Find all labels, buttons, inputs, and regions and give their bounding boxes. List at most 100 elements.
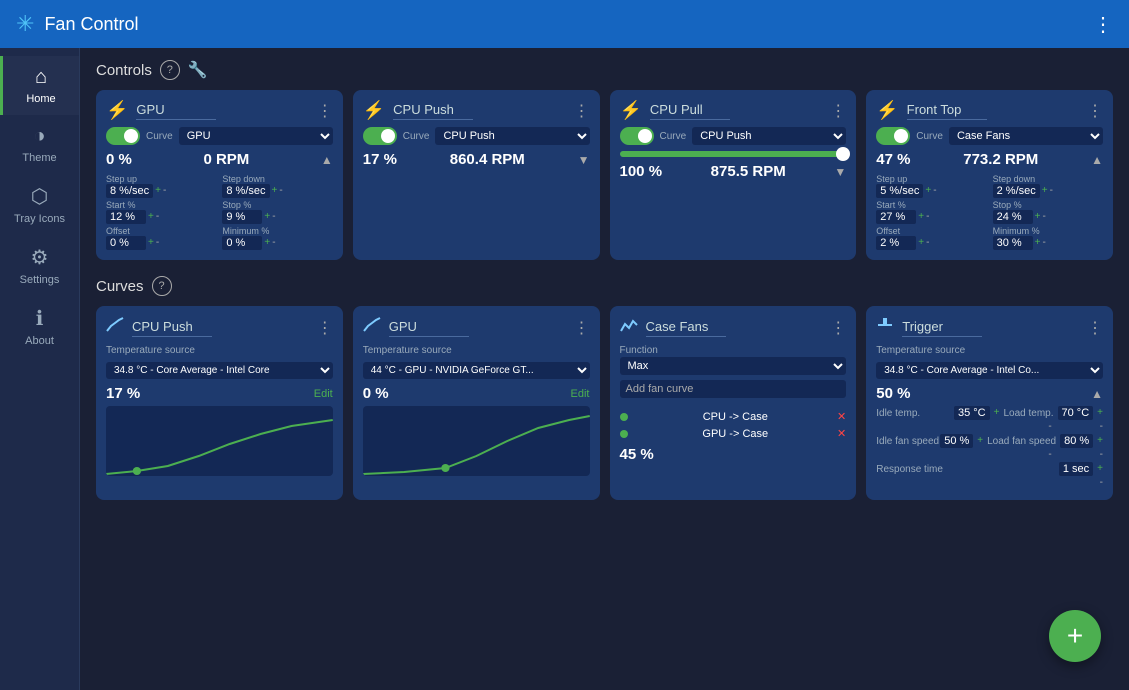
trigger-curve-chart-icon: [876, 316, 894, 339]
trigger-temp-select[interactable]: 34.8 °C - Core Average - Intel Co...: [876, 362, 1103, 379]
gpu-curve-select[interactable]: GPU: [179, 127, 333, 145]
cpu-pull-curve-select[interactable]: CPU Push: [692, 127, 846, 145]
trigger-load-speed-minus[interactable]: -: [1100, 450, 1103, 460]
case-fans-func-select[interactable]: Max: [620, 357, 847, 375]
param-plus[interactable]: +: [272, 186, 278, 196]
param-value: 30 %: [993, 236, 1033, 250]
fan-curve-name: GPU -> Case: [702, 428, 768, 440]
cpu-pull-slider-track[interactable]: [620, 151, 847, 157]
case-fans-curve-menu[interactable]: ⋮: [830, 318, 846, 338]
controls-help-icon[interactable]: ?: [160, 60, 180, 80]
sidebar-item-tray-icons[interactable]: ⬡ Tray Icons: [0, 174, 79, 235]
param-plus[interactable]: +: [264, 238, 270, 248]
cpu-pull-card-menu[interactable]: ⋮: [830, 101, 846, 121]
add-fab-button[interactable]: +: [1049, 610, 1101, 662]
param-minus[interactable]: -: [1042, 212, 1045, 222]
cpu-pull-toggle[interactable]: [620, 127, 654, 145]
cpu-push-curve-select[interactable]: CPU Push: [435, 127, 589, 145]
param-value: 27 %: [876, 210, 916, 224]
trigger-response-plus[interactable]: +: [1097, 464, 1103, 474]
sidebar-item-home[interactable]: ⌂ Home: [0, 56, 79, 115]
param-minus[interactable]: -: [156, 212, 159, 222]
gpu-curve-menu[interactable]: ⋮: [574, 318, 590, 338]
gpu-stats-row: 0 % 0 RPM ▲: [106, 151, 333, 168]
front-top-toggle[interactable]: [876, 127, 910, 145]
param-minus[interactable]: -: [1050, 186, 1053, 196]
trigger-arrow: ▲: [1091, 387, 1103, 401]
func-label: Function: [620, 345, 847, 356]
param-minus[interactable]: -: [272, 238, 275, 248]
trigger-load-speed-plus[interactable]: +: [1097, 436, 1103, 446]
controls-wrench-icon[interactable]: 🔧: [188, 60, 208, 80]
cpu-push-temp-select[interactable]: 34.8 °C - Core Average - Intel Core: [106, 362, 333, 379]
param-row: Offset 0 %+-: [106, 226, 216, 250]
trigger-response-minus[interactable]: -: [1100, 478, 1103, 488]
param-plus[interactable]: +: [155, 186, 161, 196]
front-top-card-menu[interactable]: ⋮: [1087, 101, 1103, 121]
fan-curve-remove[interactable]: ✕: [837, 427, 846, 440]
param-minus[interactable]: -: [1042, 238, 1045, 248]
gpu-edit-button[interactable]: Edit: [571, 388, 590, 400]
param-minus[interactable]: -: [279, 186, 282, 196]
trigger-load-temp-plus[interactable]: +: [1097, 408, 1103, 418]
cpu-push-arrow: ▼: [578, 153, 590, 167]
param-plus[interactable]: +: [925, 186, 931, 196]
param-plus[interactable]: +: [148, 238, 154, 248]
trigger-load-temp-minus[interactable]: -: [1100, 422, 1103, 432]
trigger-idle-temp-plus[interactable]: +: [994, 408, 1000, 418]
curves-cards-grid: CPU Push ⋮ Temperature source 34.8 °C - …: [96, 306, 1113, 500]
param-label: Minimum %: [993, 226, 1103, 236]
param-minus[interactable]: -: [156, 238, 159, 248]
gpu-chart[interactable]: [363, 406, 590, 476]
cpu-push-chart[interactable]: [106, 406, 333, 476]
trigger-idle-speed-plus[interactable]: +: [977, 436, 983, 446]
gpu-curve-pct: 0 %: [363, 385, 389, 402]
controls-label: Controls: [96, 62, 152, 79]
trigger-curve-card: Trigger ⋮ Temperature source 34.8 °C - C…: [866, 306, 1113, 500]
topbar: ✳ Fan Control ⋮: [0, 0, 1129, 48]
param-plus[interactable]: +: [1042, 186, 1048, 196]
cpu-push-card-menu[interactable]: ⋮: [574, 101, 590, 121]
trigger-param-row6: -: [876, 478, 1103, 488]
param-plus[interactable]: +: [1035, 238, 1041, 248]
gpu-temp-select[interactable]: 44 °C - GPU - NVIDIA GeForce GT...: [363, 362, 590, 379]
param-label: Minimum %: [222, 226, 332, 236]
cpu-pull-curve-row: Curve CPU Push: [620, 127, 847, 145]
param-label: Step up: [106, 174, 216, 184]
sidebar-item-about[interactable]: ℹ About: [0, 296, 79, 357]
trigger-curve-menu[interactable]: ⋮: [1087, 318, 1103, 338]
gpu-toggle[interactable]: [106, 127, 140, 145]
param-minus[interactable]: -: [926, 212, 929, 222]
param-plus[interactable]: +: [148, 212, 154, 222]
param-plus[interactable]: +: [264, 212, 270, 222]
cpu-pull-rpm: 875.5 RPM: [711, 163, 786, 180]
cpu-pull-card-title: CPU Pull: [650, 102, 730, 120]
param-minus[interactable]: -: [933, 186, 936, 196]
trigger-temp-label: Temperature source: [876, 345, 1103, 356]
cpu-push-curve-menu[interactable]: ⋮: [317, 318, 333, 338]
topbar-menu-button[interactable]: ⋮: [1093, 12, 1113, 37]
param-plus[interactable]: +: [918, 238, 924, 248]
sidebar-item-theme[interactable]: ◑ Theme: [0, 115, 79, 174]
param-plus[interactable]: +: [1035, 212, 1041, 222]
cpu-push-edit-button[interactable]: Edit: [314, 388, 333, 400]
fan-curve-remove[interactable]: ✕: [837, 410, 846, 423]
param-plus[interactable]: +: [918, 212, 924, 222]
trigger-idle-speed-minus[interactable]: -: [1048, 450, 1051, 460]
gpu-card-title: GPU: [136, 102, 216, 120]
front-top-curve-select[interactable]: Case Fans: [949, 127, 1103, 145]
param-minus[interactable]: -: [926, 238, 929, 248]
gpu-card-menu[interactable]: ⋮: [317, 101, 333, 121]
front-top-curve-label: Curve: [916, 131, 943, 142]
param-minus[interactable]: -: [272, 212, 275, 222]
curves-help-icon[interactable]: ?: [152, 276, 172, 296]
add-fan-curve-button[interactable]: Add fan curve: [620, 380, 847, 398]
front-top-pct: 47 %: [876, 151, 910, 168]
trigger-idle-temp-minus[interactable]: -: [1048, 422, 1051, 432]
cpu-push-curve-label: Curve: [403, 131, 430, 142]
cpu-push-toggle[interactable]: [363, 127, 397, 145]
trigger-idle-temp-label: Idle temp.: [876, 408, 920, 419]
param-minus[interactable]: -: [163, 186, 166, 196]
sidebar-item-settings[interactable]: ⚙ Settings: [0, 235, 79, 296]
controls-cards-grid: ⚡ GPU ⋮ Curve GPU 0 % 0 RPM ▲: [96, 90, 1113, 260]
